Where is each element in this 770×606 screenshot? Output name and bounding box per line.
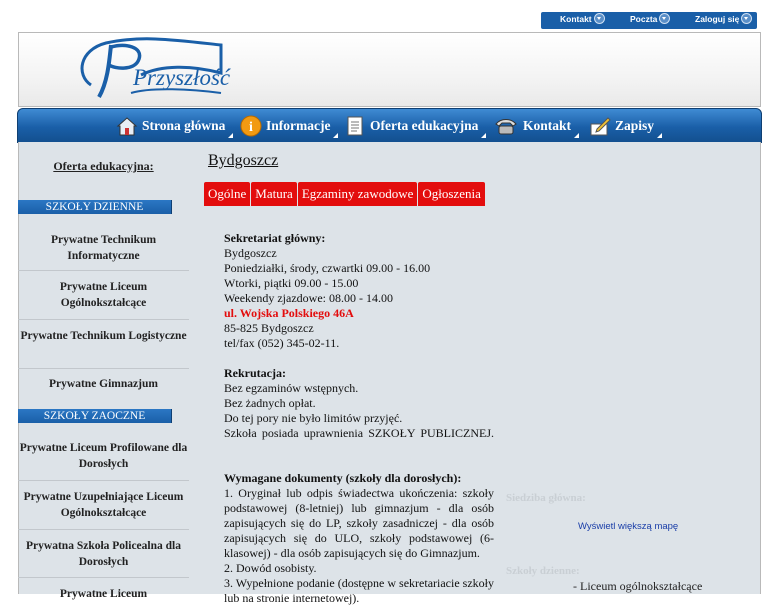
sidebar-item-gim[interactable]: Prywatne Gimnazjum — [18, 376, 189, 392]
recruitment-block: Rekrutacja: Bez egzaminów wstępnych. Bez… — [224, 366, 494, 441]
topbar-kontakt[interactable]: Kontakt — [560, 13, 605, 25]
topbar-poczta[interactable]: Poczta — [630, 13, 671, 25]
topbar-login-label: Zaloguj się — [695, 14, 740, 24]
site-logo[interactable]: Przyszłość — [71, 35, 231, 103]
nav-item-home[interactable]: Strona główna — [116, 113, 234, 139]
documents-item-1: 1. Oryginał lub odpis świadectwa ukończe… — [224, 486, 494, 560]
recruitment-heading: Rekrutacja: — [224, 366, 286, 380]
pen-icon — [590, 117, 611, 136]
secretariat-phone: tel/fax (052) 345-02-11. — [224, 336, 340, 350]
nav-item-contact-label: Kontakt — [523, 118, 572, 133]
sidebar-item-lo[interactable]: Prywatne Liceum Ogólnokształcące — [18, 279, 189, 311]
nav-item-offer-label: Oferta edukacyjna — [370, 118, 479, 133]
sidebar-divider — [18, 319, 189, 320]
seat-label: Siedziba główna: — [506, 492, 586, 504]
home-icon — [116, 117, 138, 136]
topbar-login[interactable]: Zaloguj się — [695, 13, 753, 25]
secretariat-hours-2: Wtorki, piątki 09.00 - 15.00 — [224, 276, 359, 290]
nav-corner-icon — [228, 132, 234, 138]
nav-corner-icon — [481, 132, 487, 138]
topbar-kontakt-label: Kontakt — [560, 14, 592, 24]
recruitment-line-1: Bez egzaminów wstępnych. — [224, 381, 359, 395]
tab-announcements[interactable]: Ogłoszenia — [418, 182, 485, 206]
sidebar-item-policealna[interactable]: Prywatna Szkoła Policealna dla Dorosłych — [18, 538, 189, 570]
sidebar-divider — [18, 368, 189, 369]
day-schools-label: Szkoły dzienne: — [506, 565, 580, 577]
sidebar-item-tech-log[interactable]: Prywatne Technikum Logistyczne — [18, 328, 189, 344]
tab-general[interactable]: Ogólne — [204, 182, 251, 206]
secretariat-hours-1: Poniedziałki, środy, czwartki 09.00 - 16… — [224, 261, 431, 275]
sidebar-divider — [18, 577, 189, 578]
day-school-item: - Liceum ogólnokształcące — [573, 579, 703, 593]
content-tabs: Ogólne Matura Egzaminy zawodowe Ogłoszen… — [204, 182, 486, 206]
secretariat-hours-3: Weekendy zjazdowe: 08.00 - 14.00 — [224, 291, 393, 305]
chevron-down-icon — [741, 13, 753, 25]
page-title: Bydgoszcz — [208, 152, 279, 169]
sidebar-section-extramural: SZKOŁY ZAOCZNE — [18, 409, 172, 423]
sidebar-divider — [18, 480, 189, 481]
top-utility-bar: Kontakt Poczta Zaloguj się — [541, 12, 757, 29]
svg-text:i: i — [249, 120, 253, 135]
logo-text: Przyszłość — [132, 65, 231, 90]
chevron-down-icon — [659, 13, 671, 25]
site-header: Przyszłość — [18, 32, 761, 107]
document-icon — [347, 116, 363, 136]
recruitment-rights: Szkoła posiada uprawnienia SZKOŁY PUBLIC… — [224, 426, 494, 440]
nav-corner-icon — [657, 132, 663, 138]
nav-item-enroll-label: Zapisy — [615, 118, 655, 133]
secretariat-address: ul. Wojska Polskiego 46A — [224, 306, 354, 320]
secretariat-heading: Sekretariat główny: — [224, 231, 326, 245]
sidebar-title: Oferta edukacyjna: — [53, 159, 154, 173]
documents-block: Wymagane dokumenty (szkoły dla dorosłych… — [224, 471, 494, 606]
sidebar-item-ulo[interactable]: Prywatne Uzupełniające Liceum Ogólnokszt… — [18, 489, 189, 521]
sidebar-item-tech-it[interactable]: Prywatne Technikum Informatyczne — [18, 232, 189, 264]
recruitment-line-2: Bez żadnych opłat. — [224, 396, 316, 410]
documents-heading: Wymagane dokumenty (szkoły dla dorosłych… — [224, 471, 462, 485]
secretariat-block: Sekretariat główny: Bydgoszcz Poniedział… — [224, 231, 494, 351]
info-icon: i — [240, 115, 262, 137]
sidebar-item-liceum[interactable]: Prywatne Liceum — [18, 586, 189, 602]
main-nav: Strona główna i Informacje Oferta edukac… — [17, 108, 762, 143]
sidebar: Oferta edukacyjna: SZKOŁY DZIENNE Prywat… — [18, 142, 189, 600]
tab-matura[interactable]: Matura — [251, 182, 297, 206]
secretariat-city: Bydgoszcz — [224, 246, 277, 260]
nav-item-contact[interactable]: Kontakt — [493, 113, 580, 139]
sidebar-divider — [18, 529, 189, 530]
chevron-down-icon — [593, 13, 605, 25]
nav-item-home-label: Strona główna — [142, 118, 226, 133]
nav-item-offer[interactable]: Oferta edukacyjna — [344, 113, 487, 139]
nav-item-enroll[interactable]: Zapisy — [589, 113, 663, 139]
nav-corner-icon — [333, 132, 339, 138]
documents-item-2: 2. Dowód osobisty. — [224, 561, 317, 575]
nav-item-info[interactable]: i Informacje — [240, 113, 339, 139]
map-link[interactable]: Wyświetl większą mapę — [578, 521, 770, 532]
documents-item-3: 3. Wypełnione podanie (dostępne w sekret… — [224, 576, 494, 605]
recruitment-line-3: Do tej pory nie było limitów przyjęć. — [224, 411, 403, 425]
sidebar-section-day: SZKOŁY DZIENNE — [18, 200, 172, 214]
sidebar-divider — [18, 270, 189, 271]
nav-corner-icon — [574, 132, 580, 138]
phone-icon — [495, 119, 517, 135]
sidebar-item-lp-adult[interactable]: Prywatne Liceum Profilowane dla Dorosłyc… — [18, 440, 189, 472]
topbar-poczta-label: Poczta — [630, 14, 658, 24]
secretariat-postal: 85-825 Bydgoszcz — [224, 321, 314, 335]
tab-exams[interactable]: Egzaminy zawodowe — [297, 182, 418, 206]
nav-item-info-label: Informacje — [266, 118, 331, 133]
